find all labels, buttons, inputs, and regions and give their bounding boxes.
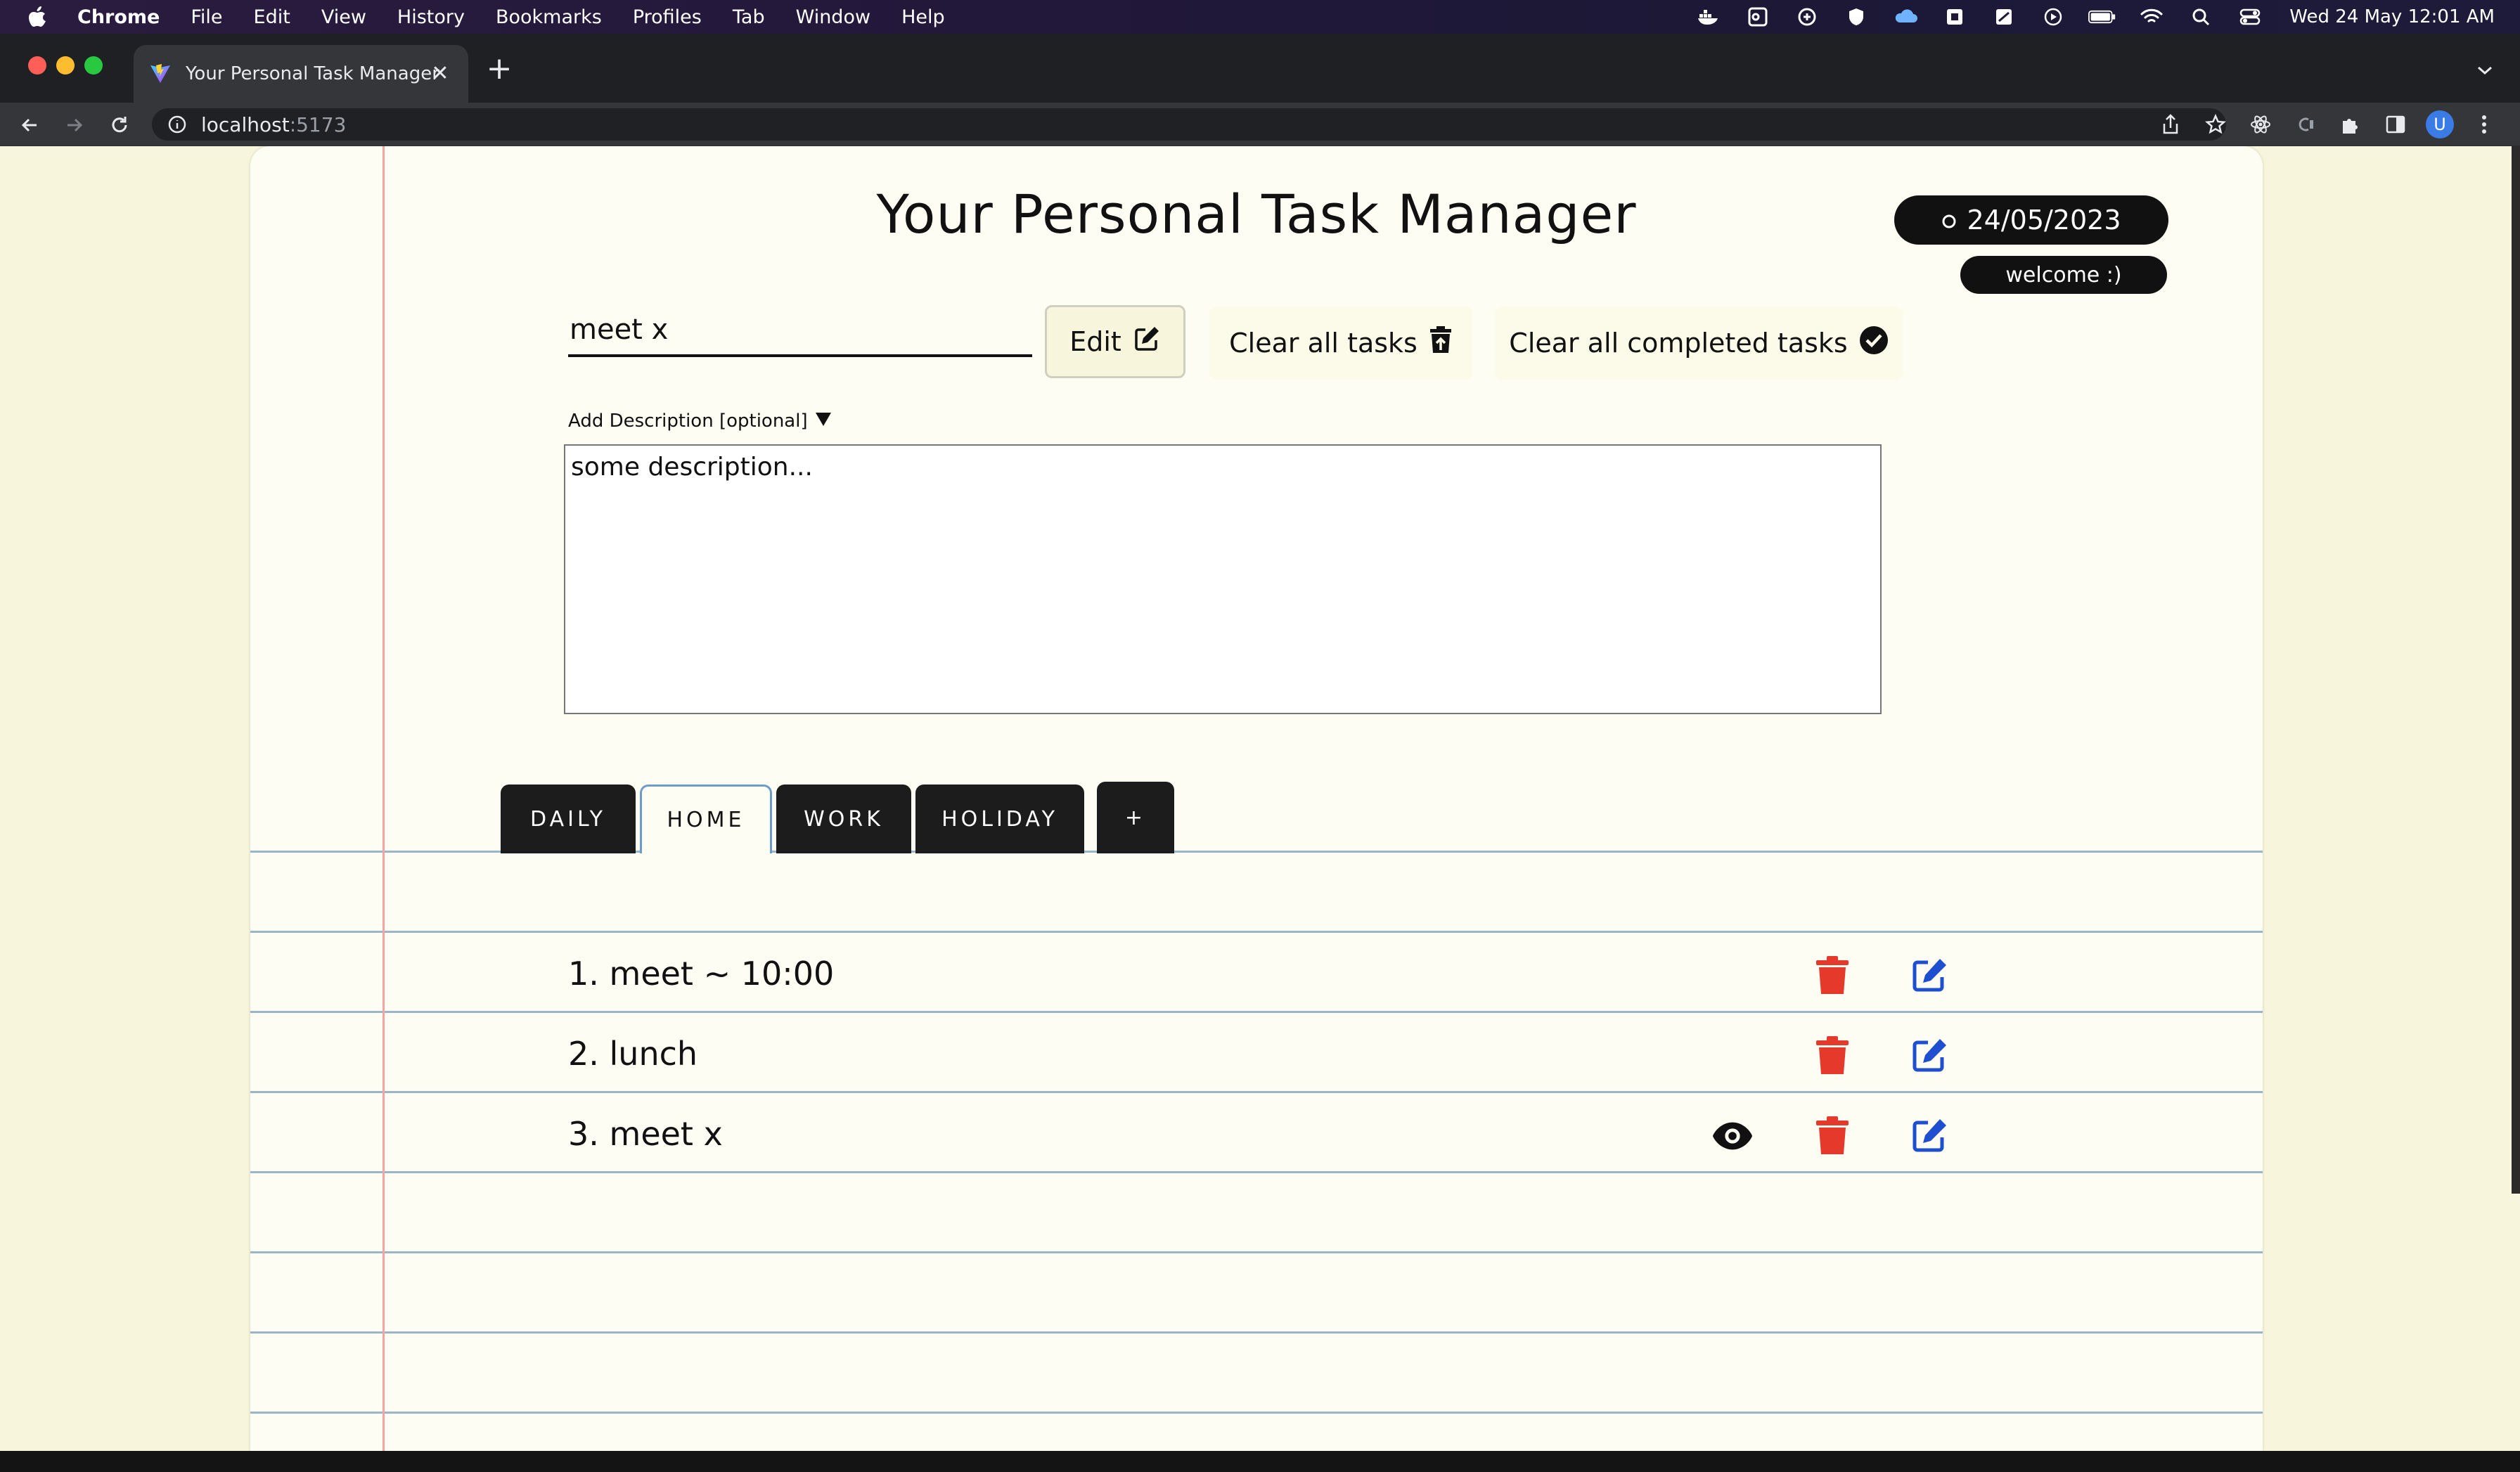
menu-edit[interactable]: Edit bbox=[254, 6, 290, 28]
menu-file[interactable]: File bbox=[191, 6, 222, 28]
docker-icon[interactable] bbox=[1695, 6, 1723, 27]
current-date: 24/05/2023 bbox=[1967, 205, 2121, 235]
notebook-sheet: Your Personal Task Manager 24/05/2023 we… bbox=[250, 146, 2263, 1451]
caret-down-icon bbox=[815, 411, 832, 432]
url-host: localhost bbox=[201, 112, 290, 136]
edit-task-button[interactable]: Edit bbox=[1045, 305, 1185, 378]
tab-close-icon[interactable]: ✕ bbox=[428, 60, 453, 86]
page-scrollbar[interactable] bbox=[2512, 146, 2520, 1194]
tab-home[interactable]: HOME bbox=[640, 785, 772, 853]
clear-all-tasks-button[interactable]: Clear all tasks bbox=[1209, 306, 1472, 380]
notebook-rule-line bbox=[250, 1331, 2263, 1334]
new-tab-button[interactable]: + bbox=[485, 53, 513, 84]
menu-tab[interactable]: Tab bbox=[733, 6, 765, 28]
tab-search-chevron-icon[interactable] bbox=[2471, 56, 2499, 84]
pen-to-square-icon bbox=[1133, 325, 1161, 359]
tab-work[interactable]: WORK bbox=[776, 785, 911, 853]
browser-toolbar: localhost:5173 U bbox=[0, 103, 2520, 146]
date-badge: 24/05/2023 bbox=[1894, 195, 2168, 245]
back-arrow-icon[interactable] bbox=[14, 110, 45, 141]
circle-icon bbox=[1941, 205, 1957, 235]
welcome-badge: welcome :) bbox=[1960, 256, 2167, 294]
trash-icon[interactable] bbox=[1811, 1035, 1853, 1077]
zoom-window-button[interactable] bbox=[84, 56, 103, 75]
play-icon[interactable] bbox=[2039, 6, 2067, 27]
notebook-rule-line bbox=[250, 931, 2263, 933]
edit-pen-icon[interactable] bbox=[1908, 1115, 1950, 1157]
menu-bookmarks[interactable]: Bookmarks bbox=[496, 6, 602, 28]
edit-button-label: Edit bbox=[1069, 326, 1121, 357]
edit-pen-icon[interactable] bbox=[1908, 1035, 1950, 1077]
toolbar-actions: U bbox=[2156, 110, 2499, 139]
notebook-rule-line bbox=[250, 1412, 2263, 1414]
clear-all-label: Clear all tasks bbox=[1229, 328, 1418, 359]
category-tabs: DAILY HOME WORK HOLIDAY + bbox=[501, 782, 1174, 853]
description-toggle[interactable]: Add Description [optional] bbox=[568, 411, 832, 432]
app-shield-icon[interactable] bbox=[1842, 6, 1870, 27]
extension-c-icon[interactable] bbox=[2291, 110, 2320, 139]
notes-icon[interactable] bbox=[1990, 6, 2018, 27]
menu-window[interactable]: Window bbox=[796, 6, 870, 28]
close-window-button[interactable] bbox=[28, 56, 46, 75]
url-port: :5173 bbox=[289, 112, 347, 136]
add-tab-button[interactable]: + bbox=[1097, 782, 1174, 853]
react-devtools-icon[interactable] bbox=[2246, 110, 2275, 139]
task-text[interactable]: 1. meet ~ 10:00 bbox=[568, 955, 834, 993]
macos-menu-bar: Chrome File Edit View History Bookmarks … bbox=[0, 0, 2520, 34]
address-url[interactable]: localhost:5173 bbox=[201, 113, 346, 136]
menu-view[interactable]: View bbox=[321, 6, 366, 28]
battery-icon[interactable] bbox=[2088, 6, 2116, 27]
tab-holiday[interactable]: HOLIDAY bbox=[915, 785, 1084, 853]
clear-completed-label: Clear all completed tasks bbox=[1509, 328, 1848, 359]
trash-icon[interactable] bbox=[1811, 1115, 1853, 1157]
sync-icon[interactable] bbox=[1793, 6, 1821, 27]
task-text[interactable]: 3. meet x bbox=[568, 1115, 723, 1153]
chrome-menu-icon[interactable] bbox=[2469, 110, 2499, 139]
reload-icon[interactable] bbox=[104, 110, 135, 141]
extensions-puzzle-icon[interactable] bbox=[2336, 110, 2365, 139]
page-viewport: Your Personal Task Manager 24/05/2023 we… bbox=[0, 146, 2520, 1451]
description-toggle-label: Add Description [optional] bbox=[568, 411, 808, 432]
wifi-icon[interactable] bbox=[2138, 6, 2166, 27]
description-textarea[interactable]: some description... bbox=[564, 444, 1882, 714]
trash-arrow-up-icon bbox=[1429, 325, 1453, 361]
menu-app-name[interactable]: Chrome bbox=[77, 6, 160, 28]
side-panel-icon[interactable] bbox=[2381, 110, 2410, 139]
task-text[interactable]: 2. lunch bbox=[568, 1035, 698, 1073]
task-input[interactable] bbox=[568, 305, 1032, 357]
screenshot-icon[interactable] bbox=[1941, 6, 1969, 27]
control-center-icon[interactable] bbox=[2236, 6, 2264, 27]
cloud-icon[interactable] bbox=[1891, 6, 1920, 27]
share-icon[interactable] bbox=[2156, 110, 2185, 139]
check-circle-icon bbox=[1859, 325, 1889, 361]
dock-edge bbox=[0, 1451, 2520, 1472]
menu-help[interactable]: Help bbox=[901, 6, 945, 28]
task-row: 3. meet x bbox=[250, 1095, 2263, 1174]
menu-history[interactable]: History bbox=[397, 6, 465, 28]
edit-pen-icon[interactable] bbox=[1908, 955, 1950, 997]
browser-tab-active[interactable]: Your Personal Task Manager ✕ bbox=[134, 45, 468, 103]
vite-favicon-icon bbox=[148, 61, 173, 86]
task-row: 1. meet ~ 10:00 bbox=[250, 935, 2263, 1014]
outlook-icon[interactable] bbox=[1744, 6, 1772, 27]
menu-profiles[interactable]: Profiles bbox=[633, 6, 702, 28]
clear-completed-tasks-button[interactable]: Clear all completed tasks bbox=[1495, 306, 1903, 380]
forward-arrow-icon[interactable] bbox=[59, 110, 90, 141]
trash-icon[interactable] bbox=[1811, 955, 1853, 997]
notebook-rule-line bbox=[250, 1251, 2263, 1253]
spotlight-search-icon[interactable] bbox=[2187, 6, 2215, 27]
apple-logo-icon[interactable] bbox=[27, 5, 48, 29]
address-bar[interactable]: localhost:5173 bbox=[152, 108, 2226, 141]
eye-icon[interactable] bbox=[1711, 1115, 1754, 1157]
minimize-window-button[interactable] bbox=[56, 56, 75, 75]
menubar-clock[interactable]: Wed 24 May 12:01 AM bbox=[2289, 6, 2495, 27]
browser-tab-title: Your Personal Task Manager bbox=[186, 63, 439, 84]
notebook-margin-line bbox=[382, 146, 385, 1451]
profile-avatar[interactable]: U bbox=[2426, 110, 2454, 138]
tab-daily[interactable]: DAILY bbox=[501, 785, 636, 853]
site-info-icon[interactable] bbox=[167, 115, 187, 134]
bookmark-star-icon[interactable] bbox=[2201, 110, 2230, 139]
status-area: Wed 24 May 12:01 AM bbox=[1695, 0, 2495, 34]
task-row: 2. lunch bbox=[250, 1015, 2263, 1094]
